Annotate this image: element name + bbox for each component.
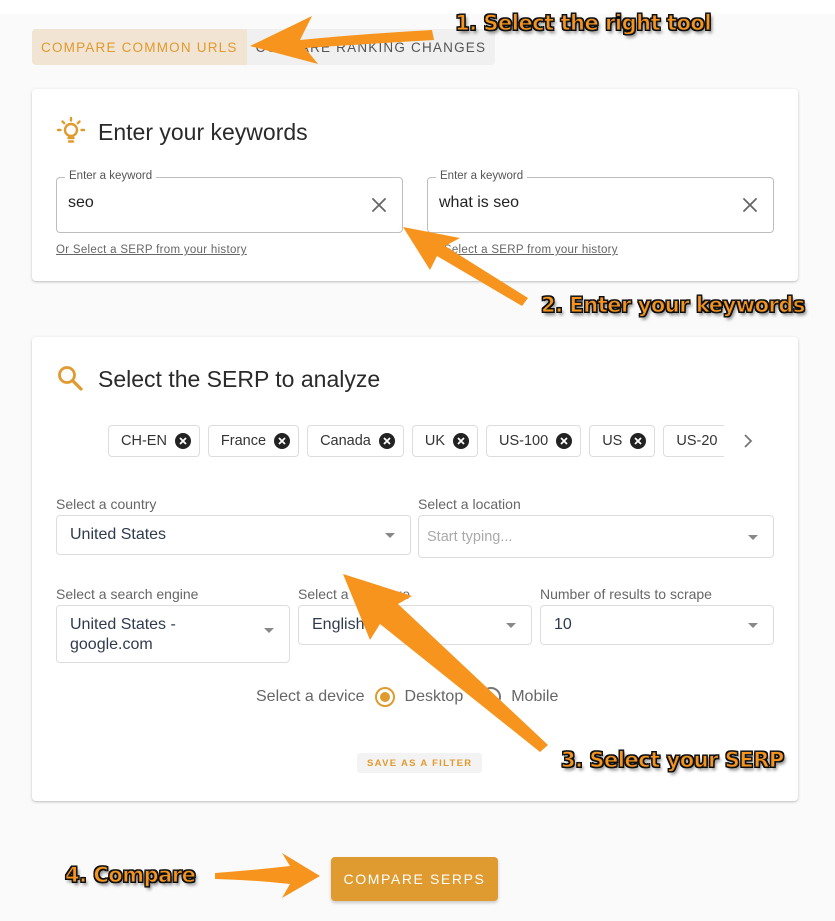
- history-link-1[interactable]: Or Select a SERP from your history: [56, 244, 247, 256]
- annotation-step-4: 4. Compare: [64, 863, 196, 888]
- clear-keyword-2-icon[interactable]: [741, 196, 759, 214]
- filter-chip-label: UK: [424, 433, 446, 449]
- remove-chip-icon[interactable]: [378, 433, 395, 449]
- remove-chip-icon[interactable]: [630, 433, 647, 449]
- serp-card: Select the SERP to analyze CH-EN France …: [32, 337, 798, 801]
- caret-down-icon: [748, 623, 758, 628]
- keyword-input-1[interactable]: [68, 194, 348, 212]
- filter-chip[interactable]: France: [207, 425, 300, 457]
- filter-chip-label: US-20: [676, 433, 718, 449]
- keyword-field-1[interactable]: Enter a keyword: [56, 170, 403, 233]
- compare-serps-button[interactable]: COMPARE SERPS: [331, 857, 498, 901]
- annotation-step-2: 2. Enter your keywords: [541, 293, 806, 318]
- location-label: Select a location: [418, 496, 521, 512]
- mobile-radio[interactable]: [481, 687, 502, 707]
- caret-down-icon: [506, 623, 516, 628]
- remove-chip-icon[interactable]: [274, 433, 291, 449]
- filter-chip-label: CH-EN: [121, 433, 167, 449]
- keyword-field-2[interactable]: Enter a keyword: [427, 170, 774, 233]
- clear-keyword-1-icon[interactable]: [370, 196, 388, 214]
- keywords-card-heading: Enter your keywords: [98, 118, 308, 145]
- keyword-field-1-legend: Enter a keyword: [65, 170, 157, 182]
- location-placeholder: Start typing...: [427, 529, 513, 545]
- remove-chip-icon[interactable]: [556, 433, 573, 449]
- filter-chip[interactable]: US-20: [663, 425, 724, 457]
- country-label: Select a country: [56, 496, 157, 512]
- remove-chip-icon[interactable]: [174, 433, 191, 449]
- filter-chip[interactable]: US-100: [486, 425, 582, 457]
- keywords-card: Enter your keywords Enter a keyword Or S…: [32, 89, 798, 281]
- tool-tabs: COMPARE COMMON URLS COMPARE RANKING CHAN…: [32, 29, 496, 65]
- search-icon: [54, 362, 88, 396]
- filter-chip-label: US: [602, 433, 623, 449]
- country-value: United States: [70, 526, 167, 543]
- filter-chip[interactable]: Canada: [307, 425, 404, 457]
- filter-chip[interactable]: UK: [411, 425, 479, 457]
- save-as-filter-button[interactable]: SAVE AS A FILTER: [357, 753, 483, 773]
- language-select[interactable]: English: [298, 605, 532, 645]
- history-link-2[interactable]: Or Select a SERP from your history: [427, 244, 618, 256]
- keyword-field-2-legend: Enter a keyword: [436, 170, 528, 182]
- filter-chip-label: Canada: [320, 433, 371, 449]
- keyword-input-2[interactable]: [439, 194, 719, 212]
- caret-down-icon: [385, 533, 395, 538]
- serp-card-heading: Select the SERP to analyze: [98, 365, 381, 392]
- tab-compare-common-urls[interactable]: COMPARE COMMON URLS: [32, 29, 247, 65]
- chevron-right-icon[interactable]: [738, 431, 758, 451]
- annotation-step-3: 3. Select your SERP: [561, 748, 785, 773]
- lightbulb-icon: [54, 115, 88, 149]
- results-value: 10: [554, 616, 572, 633]
- annotation-step-1: 1. Select the right tool: [454, 11, 712, 36]
- desktop-radio-label[interactable]: Desktop: [405, 688, 464, 706]
- country-select[interactable]: United States: [56, 515, 411, 555]
- search-engine-label: Select a search engine: [56, 586, 199, 602]
- caret-down-icon: [264, 628, 274, 633]
- device-label: Select a device: [256, 688, 365, 705]
- saved-filter-chips: CH-EN France Canada UK US-100 US US-20: [108, 425, 724, 457]
- filter-chip-label: US-100: [499, 433, 549, 449]
- remove-chip-icon[interactable]: [453, 433, 470, 449]
- search-engine-select[interactable]: United States - google.com: [56, 605, 290, 663]
- keywords-card-title: Enter your keywords: [54, 115, 308, 149]
- caret-down-icon: [748, 534, 758, 540]
- location-select[interactable]: Start typing...: [418, 515, 774, 558]
- filter-chip-label: France: [220, 433, 267, 449]
- desktop-radio[interactable]: [374, 687, 395, 707]
- search-engine-value: United States - google.com: [70, 616, 176, 653]
- results-select[interactable]: 10: [540, 605, 774, 645]
- serp-card-title: Select the SERP to analyze: [54, 362, 380, 396]
- results-label: Number of results to scrape: [540, 586, 712, 602]
- language-value: English: [312, 616, 365, 633]
- language-label: Select a language: [298, 586, 411, 602]
- filter-chip[interactable]: CH-EN: [108, 425, 200, 457]
- filter-chip[interactable]: US: [589, 425, 656, 457]
- device-selector: Select a device Desktop Mobile: [256, 687, 566, 707]
- mobile-radio-label[interactable]: Mobile: [511, 688, 558, 706]
